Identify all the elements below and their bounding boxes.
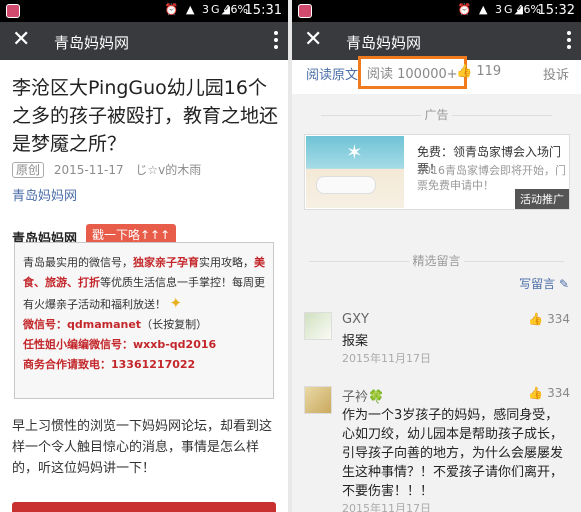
comment-author: GXY bbox=[342, 312, 369, 327]
thumbs-up-icon: 👍 bbox=[528, 312, 544, 326]
star-decoration-icon: ✶ bbox=[346, 140, 363, 164]
clock: 15:32 bbox=[537, 3, 575, 18]
editor-id[interactable]: wxxb-qd2016 bbox=[133, 338, 216, 351]
comment-like-count: 334 bbox=[547, 386, 570, 400]
editor-label: 任性姐小编编微信号： bbox=[23, 338, 133, 351]
promo-text: 实用攻略， bbox=[199, 256, 254, 269]
bottom-banner[interactable] bbox=[12, 502, 276, 512]
comment-author: 子衿🍀 bbox=[342, 390, 385, 405]
left-screen: ⏰ ▲ 3G◢ 46% 15:31 ✕ 青岛妈妈网 李沧区大PingGuo幼儿园… bbox=[0, 0, 288, 512]
ad-label: 广告 bbox=[424, 108, 449, 122]
title-bar: ✕ 青岛妈妈网 bbox=[0, 22, 288, 60]
page-title: 青岛妈妈网 bbox=[54, 34, 130, 52]
avatar[interactable] bbox=[304, 386, 332, 414]
article-author: じ☆v的木雨 bbox=[135, 163, 202, 177]
stats-row: 阅读原文 阅读 100000+ 👍 119 投诉 bbox=[292, 56, 581, 94]
like-count: 119 bbox=[476, 64, 502, 79]
pencil-icon: ✎ bbox=[558, 277, 569, 291]
app-notification-icon bbox=[298, 4, 312, 18]
thumbs-up-icon: 👍 bbox=[456, 64, 473, 79]
close-icon[interactable]: ✕ bbox=[12, 28, 30, 52]
write-comment-label: 写留言 bbox=[519, 277, 556, 291]
business-label: 商务合作请致电： bbox=[23, 358, 111, 371]
article-title: 李沧区大PingGuo幼儿园16个之多的孩子被殴打，教育之地还是梦魇之所？ bbox=[12, 77, 279, 155]
thumbs-up-icon: 👍 bbox=[528, 386, 544, 400]
comment-like-button[interactable]: 👍 334 bbox=[528, 386, 570, 400]
read-original-link[interactable]: 阅读原文 bbox=[306, 64, 358, 83]
close-icon[interactable]: ✕ bbox=[304, 28, 322, 52]
write-comment-button[interactable]: 写留言 ✎ bbox=[519, 275, 569, 292]
comment-date: 2015年11月17日 bbox=[342, 502, 431, 512]
comment-text: 作为一个3岁孩子的妈妈，感同身受，心如刀绞，幼儿园本是帮助孩子成长，引导孩子向善… bbox=[342, 408, 564, 499]
more-icon[interactable] bbox=[567, 31, 571, 52]
app-notification-icon bbox=[6, 4, 20, 18]
signal-icon: ⏰ ▲ 3G◢ bbox=[164, 3, 232, 16]
comment-item: 子衿🍀 👍 334 作为一个3岁孩子的妈妈，感同身受，心如刀绞，幼儿园本是帮助孩… bbox=[304, 386, 570, 512]
comment-date: 2015年11月17日 bbox=[342, 352, 431, 365]
article-body: 早上习惯性的浏览一下妈妈网论坛，却看到这样一个令人触目惊心的消息，事情是怎么样的… bbox=[12, 419, 273, 476]
title-bar: ✕ 青岛妈妈网 bbox=[292, 22, 581, 60]
ad-section-title: 广告 bbox=[292, 106, 581, 123]
article-meta: 原创 2015-11-17 じ☆v的木雨 bbox=[12, 161, 201, 178]
comments-section-title: 精选留言 bbox=[292, 252, 581, 269]
comment-text: 报案 bbox=[342, 334, 369, 349]
original-tag: 原创 bbox=[12, 162, 45, 178]
wechat-id[interactable]: qdmamanet bbox=[67, 318, 141, 331]
like-button[interactable]: 👍 119 bbox=[456, 64, 501, 79]
comments-label: 精选留言 bbox=[412, 254, 461, 268]
page-title: 青岛妈妈网 bbox=[346, 34, 422, 52]
report-link[interactable]: 投诉 bbox=[543, 64, 569, 83]
ad-card[interactable]: ✶ 免费：领青岛家博会入场门票！ 2016青岛家博会即将开始，门票免费申请中！ … bbox=[304, 134, 570, 210]
article-date: 2015-11-17 bbox=[53, 163, 124, 177]
business-phone[interactable]: 13361217022 bbox=[111, 358, 195, 371]
ad-tag: 活动推广 bbox=[515, 189, 569, 209]
comment-item: GXY 👍 334 报案 2015年11月17日 bbox=[304, 312, 570, 365]
ad-image: ✶ bbox=[306, 136, 404, 208]
account-link[interactable]: 青岛妈妈网 bbox=[12, 185, 77, 204]
status-bar: ⏰ ▲ 3G◢ 46% 15:32 bbox=[292, 0, 581, 22]
right-screen: ⏰ ▲ 3G◢ 46% 15:32 ✕ 青岛妈妈网 阅读原文 阅读 100000… bbox=[292, 0, 581, 512]
promo-card: 青岛最实用的微信号，独家亲子孕育实用攻略，美食、旅游、打折等优质生活信息一手掌控… bbox=[14, 242, 274, 399]
signal-icon: ⏰ ▲ 3G◢ bbox=[457, 3, 525, 16]
status-bar: ⏰ ▲ 3G◢ 46% 15:31 bbox=[0, 0, 288, 22]
avatar[interactable] bbox=[304, 312, 332, 340]
wechat-note: （长按复制） bbox=[141, 318, 208, 331]
more-icon[interactable] bbox=[274, 31, 278, 52]
comment-like-count: 334 bbox=[547, 312, 570, 326]
promo-highlight: 独家亲子孕育 bbox=[133, 256, 199, 269]
read-count: 阅读 100000+ bbox=[358, 56, 467, 89]
comment-like-button[interactable]: 👍 334 bbox=[528, 312, 570, 326]
clock: 15:31 bbox=[244, 3, 282, 18]
wechat-label: 微信号： bbox=[23, 318, 67, 331]
sparkle-icon: ✦ bbox=[169, 294, 183, 312]
promo-text: 青岛最实用的微信号， bbox=[23, 256, 133, 269]
